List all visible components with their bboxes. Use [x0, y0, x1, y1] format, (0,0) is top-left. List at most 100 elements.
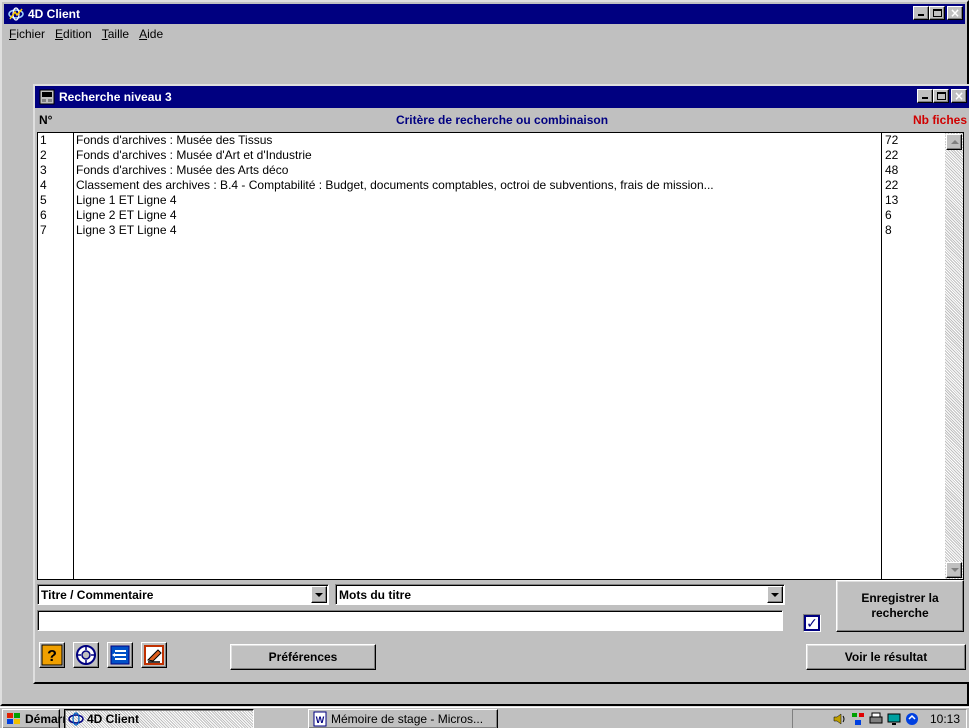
- row-number[interactable]: 1: [38, 133, 73, 148]
- target-button[interactable]: [73, 642, 99, 668]
- 4d-client-icon: [68, 711, 84, 727]
- printer-icon[interactable]: [868, 711, 884, 727]
- form-icon: [39, 89, 55, 105]
- row-criteria[interactable]: Fonds d'archives : Musée d'Art et d'Indu…: [74, 148, 881, 163]
- header-count: Nb fiches: [912, 113, 967, 127]
- svg-text:?: ?: [47, 648, 57, 665]
- row-number[interactable]: 2: [38, 148, 73, 163]
- minimize-icon: [918, 14, 924, 16]
- task-word-document[interactable]: W Mémoire de stage - Micros...: [308, 709, 498, 728]
- row-count[interactable]: 72: [883, 133, 945, 148]
- minimize-button[interactable]: [913, 6, 929, 20]
- header-criteria: Critère de recherche ou combinaison: [395, 113, 609, 127]
- view-result-button[interactable]: Voir le résultat: [806, 644, 966, 670]
- field-select-dropdown-button[interactable]: [311, 586, 327, 603]
- scroll-up-icon: [951, 140, 959, 144]
- maximize-icon: [937, 92, 946, 100]
- task-label: 4D Client: [87, 712, 140, 726]
- clock: 10:13: [929, 712, 960, 726]
- scroll-down-icon: [951, 568, 959, 572]
- system-tray: 10:13: [792, 709, 967, 728]
- search-window-title-bar[interactable]: Recherche niveau 3 ×: [35, 86, 969, 108]
- target-icon: [76, 645, 96, 665]
- scroll-up-button[interactable]: [946, 134, 962, 150]
- task-label: Mémoire de stage - Micros...: [331, 712, 484, 726]
- criteria-column: Fonds d'archives : Musée des Tissus Fond…: [74, 133, 882, 579]
- windows-logo-icon: [6, 711, 22, 727]
- menu-bar: Fichier Edition Taille Aide: [4, 24, 965, 44]
- field-select[interactable]: Titre / Commentaire: [37, 584, 329, 605]
- network-icon[interactable]: [850, 711, 866, 727]
- scroll-down-button[interactable]: [946, 562, 962, 578]
- search-window: Recherche niveau 3 × N° Critère de reche…: [33, 84, 969, 684]
- row-count[interactable]: 22: [883, 178, 945, 193]
- row-number[interactable]: 5: [38, 193, 73, 208]
- menu-edition[interactable]: Edition: [54, 27, 93, 41]
- row-criteria[interactable]: Ligne 3 ET Ligne 4: [74, 223, 881, 238]
- monitor-icon[interactable]: [886, 711, 902, 727]
- chevron-down-icon: [315, 593, 323, 597]
- search-option-checkbox[interactable]: ✓: [803, 614, 821, 632]
- vertical-scrollbar[interactable]: [945, 133, 963, 579]
- eraser-icon: [144, 645, 164, 665]
- speaker-icon[interactable]: [832, 711, 848, 727]
- row-count[interactable]: 6: [883, 208, 945, 223]
- row-number[interactable]: 7: [38, 223, 73, 238]
- app-title: 4D Client: [28, 7, 81, 21]
- close-button[interactable]: ×: [947, 6, 963, 20]
- close-icon: ×: [949, 6, 961, 20]
- child-minimize-button[interactable]: [917, 89, 933, 103]
- start-button[interactable]: Démarrer: [2, 709, 78, 728]
- list-icon: [110, 645, 130, 665]
- operator-select-value: Mots du titre: [339, 588, 411, 602]
- menu-aide[interactable]: Aide: [138, 27, 164, 41]
- maximize-button[interactable]: [929, 6, 945, 20]
- row-count[interactable]: 22: [883, 148, 945, 163]
- svg-text:W: W: [316, 715, 325, 725]
- 4d-client-icon: [8, 6, 24, 22]
- search-window-title: Recherche niveau 3: [59, 90, 172, 104]
- search-value-input[interactable]: [37, 610, 783, 631]
- list-header: N° Critère de recherche ou combinaison N…: [35, 111, 969, 129]
- maximize-icon: [933, 9, 942, 17]
- row-criteria[interactable]: Ligne 2 ET Ligne 4: [74, 208, 881, 223]
- preferences-button[interactable]: Préférences: [230, 644, 376, 670]
- tray-icons: [832, 711, 920, 727]
- child-maximize-button[interactable]: [933, 89, 949, 103]
- field-select-value: Titre / Commentaire: [41, 588, 154, 602]
- criteria-list[interactable]: 1 2 3 4 5 6 7 Fonds d'archives : Musée d…: [37, 132, 964, 580]
- task-4d-client[interactable]: 4D Client: [64, 709, 254, 728]
- app-window-controls: ×: [913, 6, 963, 20]
- chevron-down-icon: [771, 593, 779, 597]
- row-criteria[interactable]: Fonds d'archives : Musée des Tissus: [74, 133, 881, 148]
- app-title-bar[interactable]: 4D Client ×: [4, 4, 965, 24]
- list-button[interactable]: [107, 642, 133, 668]
- count-column: 72 22 48 22 13 6 8: [883, 133, 945, 579]
- operator-select[interactable]: Mots du titre: [335, 584, 785, 605]
- menu-fichier[interactable]: Fichier: [8, 27, 46, 41]
- row-number[interactable]: 4: [38, 178, 73, 193]
- save-search-button[interactable]: Enregistrer la recherche: [836, 580, 964, 632]
- child-close-button[interactable]: ×: [951, 89, 967, 103]
- row-criteria[interactable]: Classement des archives : B.4 - Comptabi…: [74, 178, 881, 193]
- row-count[interactable]: 8: [883, 223, 945, 238]
- row-count[interactable]: 48: [883, 163, 945, 178]
- menu-taille[interactable]: Taille: [101, 27, 130, 41]
- sync-icon[interactable]: [904, 711, 920, 727]
- row-number[interactable]: 6: [38, 208, 73, 223]
- search-window-controls: ×: [917, 89, 967, 103]
- close-icon: ×: [953, 89, 965, 103]
- taskbar: Démarrer 4D Client W Mémoire de stage - …: [0, 706, 969, 728]
- minimize-icon: [922, 97, 928, 99]
- row-number[interactable]: 3: [38, 163, 73, 178]
- number-column: 1 2 3 4 5 6 7: [38, 133, 74, 579]
- eraser-button[interactable]: [141, 642, 167, 668]
- row-count[interactable]: 13: [883, 193, 945, 208]
- help-button[interactable]: ?: [39, 642, 65, 668]
- checkmark-icon: ✓: [805, 616, 819, 632]
- row-criteria[interactable]: Ligne 1 ET Ligne 4: [74, 193, 881, 208]
- help-icon: ?: [41, 644, 63, 666]
- row-criteria[interactable]: Fonds d'archives : Musée des Arts déco: [74, 163, 881, 178]
- word-document-icon: W: [312, 711, 328, 727]
- operator-select-dropdown-button[interactable]: [767, 586, 783, 603]
